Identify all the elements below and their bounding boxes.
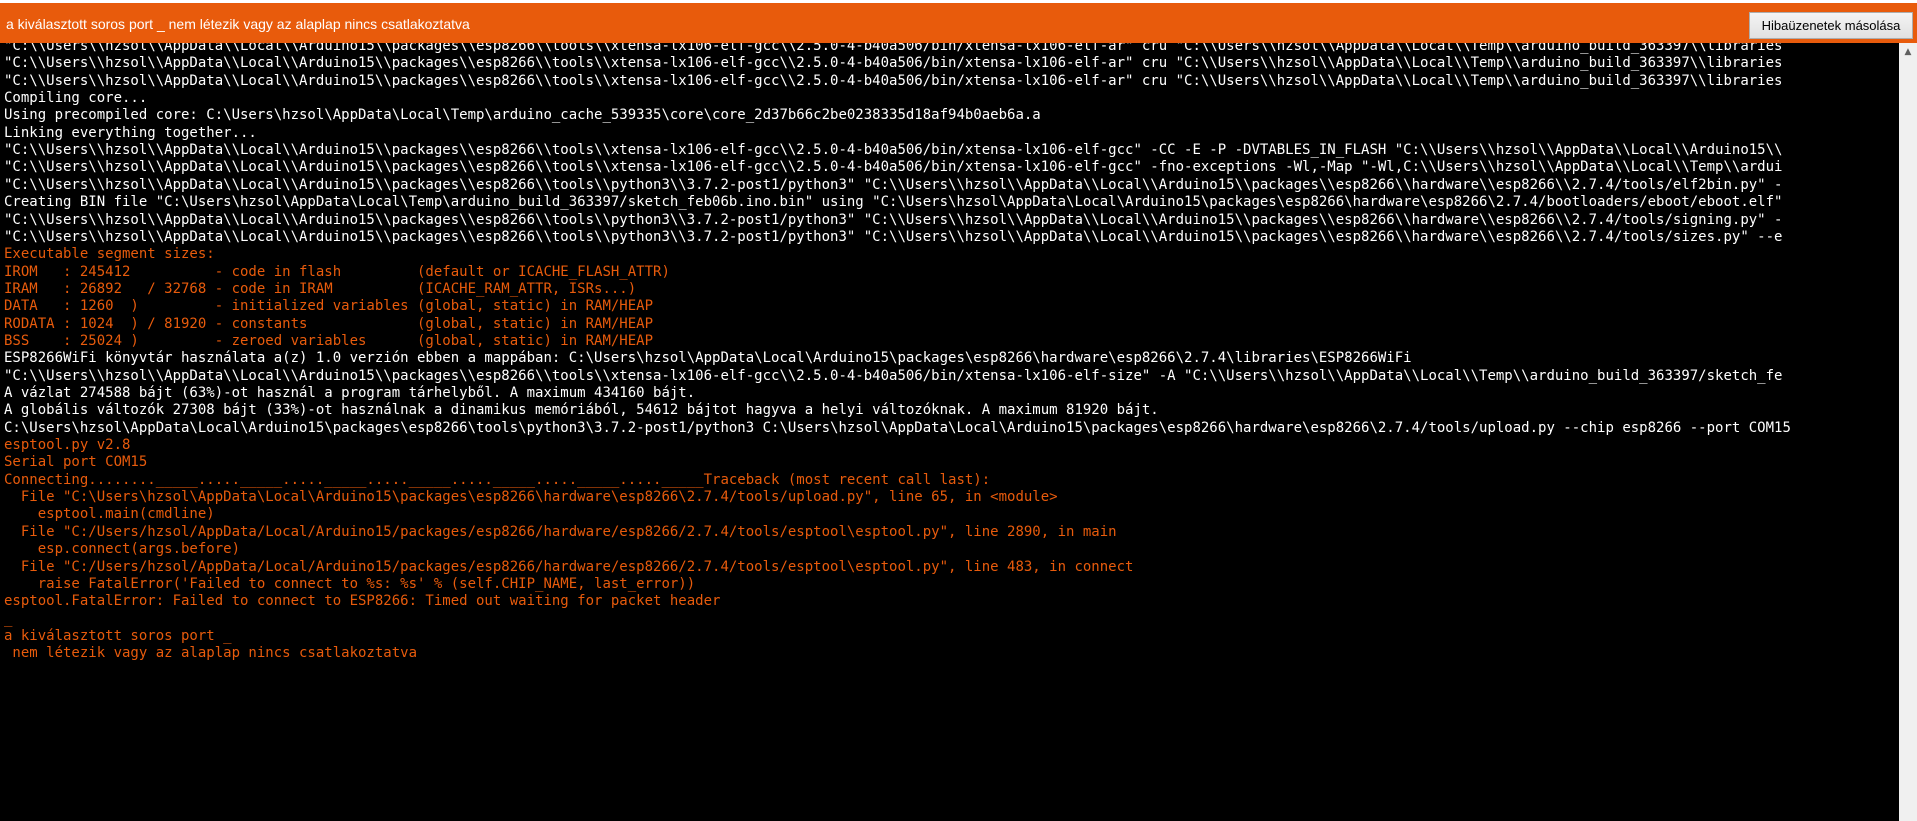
error-status-bar: a kiválasztott soros port _ nem létezik … (0, 3, 1917, 43)
console-output[interactable]: "C:\\Users\\hzsol\\AppData\\Local\\Ardui… (0, 43, 1899, 821)
console-line: "C:\\Users\\hzsol\\AppData\\Local\\Ardui… (4, 228, 1783, 245)
console-line: C:\Users\hzsol\AppData\Local\Arduino15\p… (4, 419, 1791, 436)
console-line: esptool.FatalError: Failed to connect to… (4, 593, 721, 610)
status-message: a kiválasztott soros port _ nem létezik … (6, 16, 470, 32)
console-vertical-scrollbar[interactable]: ▲ (1899, 43, 1917, 821)
console-line: nem létezik vagy az alaplap nincs csatla… (4, 645, 418, 662)
chevron-up-icon[interactable]: ▲ (1899, 43, 1917, 61)
copy-error-messages-button[interactable]: Hibaüzenetek másolása (1749, 12, 1913, 39)
console-line: "C:\\Users\\hzsol\\AppData\\Local\\Ardui… (4, 72, 1783, 89)
